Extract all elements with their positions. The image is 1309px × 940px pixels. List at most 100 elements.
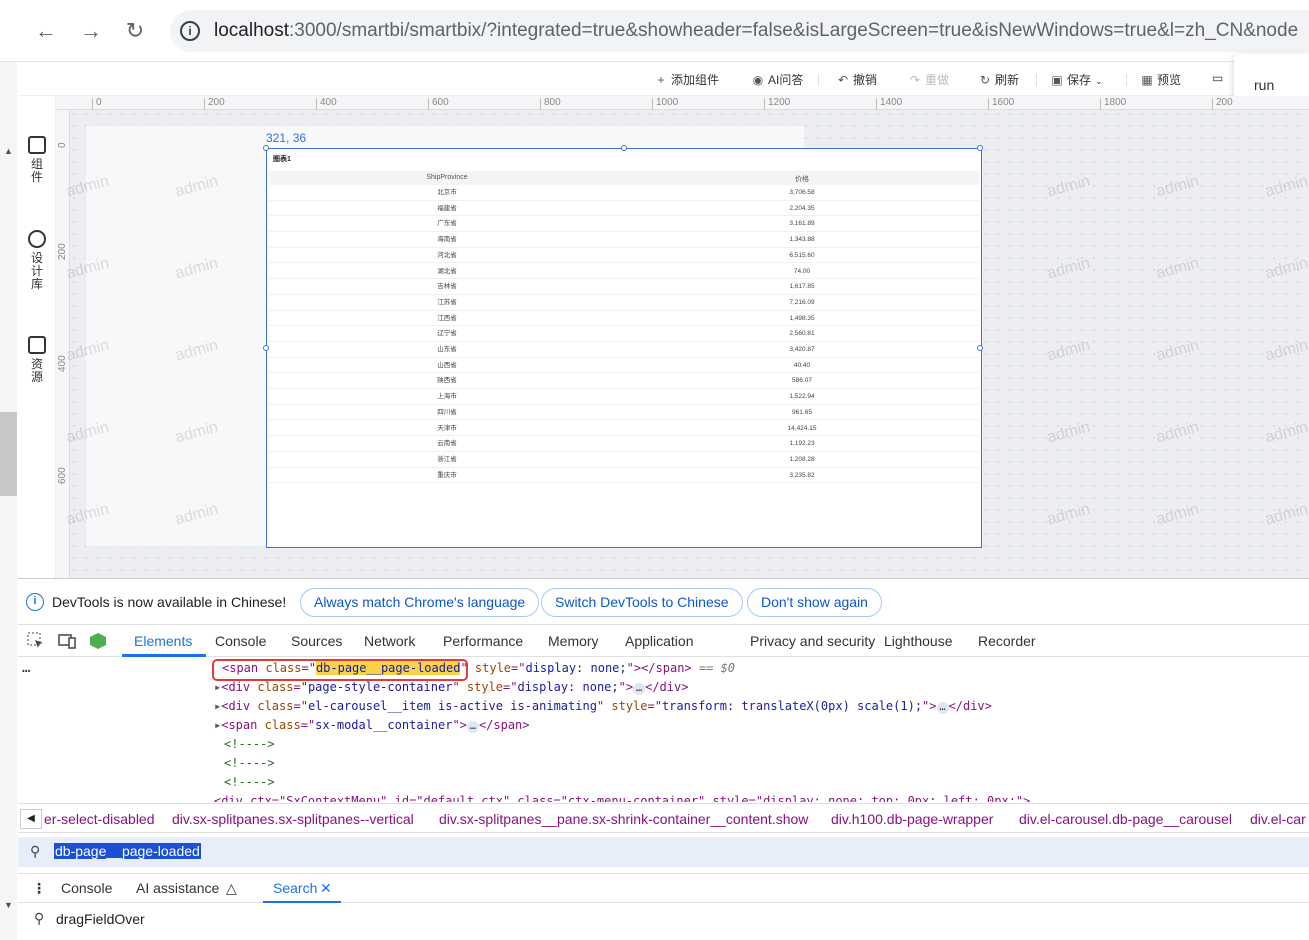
breadcrumb-item[interactable]: div.el-carousel.db-page__carousel	[1019, 811, 1232, 827]
table-row[interactable]: 上海市 1,522.94	[269, 389, 979, 405]
table-row[interactable]: 天津市 14,424.15	[269, 421, 979, 437]
cell-province: 四川省	[437, 408, 457, 416]
screen-icon[interactable]: ▭	[1212, 71, 1223, 85]
switch-language-button[interactable]: Switch DevTools to Chinese	[541, 588, 743, 617]
refresh-button[interactable]: ↻ 刷新	[978, 71, 1019, 88]
elements-dom-tree[interactable]: … <span class="db-page__page-loaded" sty…	[18, 657, 1309, 803]
table-row[interactable]: 广东省 3,161.89	[269, 216, 979, 233]
back-arrow-icon[interactable]: ←	[33, 18, 59, 44]
dom-comment[interactable]: <!---->	[224, 754, 275, 773]
table-widget[interactable]: 图表1 ShipProvince 价格 北京市 3,706.58 福建省 2,204.…	[263, 145, 983, 548]
site-info-icon[interactable]: i	[180, 21, 200, 41]
nav-design-library[interactable]: 设计库	[18, 230, 56, 291]
breadcrumb-item[interactable]: div.sx-splitpanes__pane.sx-shrink-contai…	[439, 811, 808, 827]
scroll-down-arrow-icon[interactable]: ▼	[0, 900, 17, 914]
table-row[interactable]: 陕西省 586.07	[269, 373, 979, 390]
resize-handle[interactable]	[621, 145, 627, 151]
tab-application[interactable]: Application	[625, 633, 694, 649]
search-match-text[interactable]: db-page__page-loaded	[54, 843, 201, 859]
table-row[interactable]: 江苏省 7,216.09	[269, 295, 979, 311]
dom-node-context-menu[interactable]: <div ctx="SxContextMenu" id="default_ctx…	[214, 792, 1030, 802]
column-header-price[interactable]: 价格	[625, 174, 979, 184]
table-row[interactable]: 云南省 1,192.23	[269, 436, 979, 452]
breadcrumb-item[interactable]: div.h100.db-page-wrapper	[831, 811, 993, 827]
redo-button[interactable]: ↷ 重做	[908, 71, 949, 88]
undo-button[interactable]: ↶ 撤销	[836, 71, 877, 88]
watermark-text: admin	[1045, 254, 1092, 283]
page-scrollbar[interactable]: ▲ ▼	[0, 62, 17, 940]
search-input[interactable]	[56, 909, 656, 929]
cell-price: 6,515.60	[789, 251, 815, 259]
collapsed-ellipsis[interactable]: …	[936, 702, 949, 714]
breadcrumb-item[interactable]: div.sx-splitpanes.sx-splitpanes--vertica…	[172, 811, 414, 827]
table-row[interactable]: 北京市 3,706.58	[269, 185, 979, 201]
table-row[interactable]: 河北省 6,515.60	[269, 248, 979, 264]
design-canvas[interactable]: 0 200 400 600 800 1000 1200 1400 1600 1800 200 0 20…	[56, 96, 1309, 578]
table-row[interactable]: 海南省 1,343.88	[269, 232, 979, 248]
tab-performance[interactable]: Performance	[443, 633, 523, 649]
drawer-tab-search[interactable]: Search	[273, 880, 317, 896]
url-text[interactable]: localhost:3000/smartbi/smartbix/?integra…	[214, 20, 1298, 42]
ruler-tick-label: 0	[57, 142, 68, 148]
table-row[interactable]: 福建省 2,204.35	[269, 201, 979, 217]
tab-memory[interactable]: Memory	[548, 633, 599, 649]
search-result-row[interactable]: ⚲ db-page__page-loaded	[18, 837, 1309, 867]
table-row[interactable]: 四川省 961.65	[269, 405, 979, 421]
address-bar[interactable]: i localhost:3000/smartbi/smartbix/?integ…	[170, 10, 1309, 52]
table-row[interactable]: 重庆市 3,235.82	[269, 468, 979, 484]
tab-lighthouse[interactable]: Lighthouse	[884, 633, 953, 649]
column-header-province[interactable]: ShipProvince	[269, 174, 625, 181]
collapsed-ellipsis[interactable]: …	[633, 683, 646, 695]
tab-network[interactable]: Network	[364, 633, 415, 649]
dom-node-modal-container[interactable]: ▸<span class="sx-modal__container">… </sp…	[214, 716, 530, 735]
save-button[interactable]: ▣ 保存 ⌄	[1050, 71, 1102, 88]
forward-arrow-icon[interactable]: →	[78, 18, 104, 44]
cell-price: 586.07	[792, 377, 812, 385]
resize-handle[interactable]	[977, 145, 983, 151]
ruler-tick-mark	[204, 98, 205, 110]
cell-province: 福建省	[437, 204, 457, 212]
tab-sources[interactable]: Sources	[291, 633, 342, 649]
resize-handle[interactable]	[263, 145, 269, 151]
table-row[interactable]: 湖北省 74.00	[269, 264, 979, 280]
dom-node-carousel-item[interactable]: ▸<div class="el-carousel__item is-active…	[214, 697, 992, 716]
tab-console[interactable]: Console	[215, 633, 266, 649]
drawer-tab-ai-assistance[interactable]: AI assistance	[136, 880, 219, 896]
more-options-icon[interactable]: …	[22, 660, 30, 676]
dont-show-again-button[interactable]: Don't show again	[747, 588, 882, 617]
collapsed-ellipsis[interactable]: …	[466, 721, 479, 733]
tab-recorder[interactable]: Recorder	[978, 633, 1036, 649]
table-row[interactable]: 吉林省 1,617.85	[269, 279, 979, 295]
dom-class-value: el-carousel__item is-active is-animating	[307, 699, 597, 713]
nav-components[interactable]: 组件	[18, 136, 56, 184]
table-row[interactable]: 辽宁省 2,560.81	[269, 326, 979, 342]
inspect-element-icon[interactable]	[27, 632, 45, 650]
tab-privacy-and-security[interactable]: Privacy and security	[750, 633, 875, 649]
table-row[interactable]: 山东省 3,420.87	[269, 342, 979, 358]
table-row[interactable]: 江西省 1,498.35	[269, 311, 979, 327]
add-component-button[interactable]: + 添加组件	[654, 71, 719, 88]
tab-elements[interactable]: Elements	[134, 633, 192, 649]
dom-comment[interactable]: <!---->	[224, 773, 275, 792]
reload-icon[interactable]: ↻	[122, 18, 148, 44]
drawer-menu-icon[interactable]: ⋮	[32, 880, 46, 897]
dom-comment[interactable]: <!---->	[224, 735, 275, 754]
breadcrumb-item[interactable]: er-select-disabled	[44, 811, 155, 827]
preview-button[interactable]: ▦ 预览	[1140, 71, 1181, 88]
components-icon	[28, 136, 46, 154]
breadcrumb-scroll-left-icon[interactable]: ◀	[20, 809, 42, 829]
watermark-text: admin	[1154, 418, 1201, 447]
scroll-up-arrow-icon[interactable]: ▲	[0, 146, 17, 160]
vue-devtools-icon[interactable]	[89, 632, 107, 650]
nav-design-library-label: 设计库	[30, 251, 43, 291]
table-row[interactable]: 浙江省 1,208.28	[269, 452, 979, 468]
table-row[interactable]: 山西省 40.40	[269, 358, 979, 374]
breadcrumb-item[interactable]: div.el-car	[1250, 811, 1306, 827]
device-toolbar-icon[interactable]	[58, 632, 76, 650]
drawer-tab-console[interactable]: Console	[61, 880, 112, 896]
ai-qa-button[interactable]: ◉ AI问答	[751, 71, 804, 88]
scrollbar-thumb[interactable]	[0, 412, 17, 496]
close-icon[interactable]: ✕	[320, 880, 332, 897]
match-language-button[interactable]: Always match Chrome's language	[300, 588, 540, 617]
nav-resources[interactable]: 资源	[18, 336, 56, 384]
